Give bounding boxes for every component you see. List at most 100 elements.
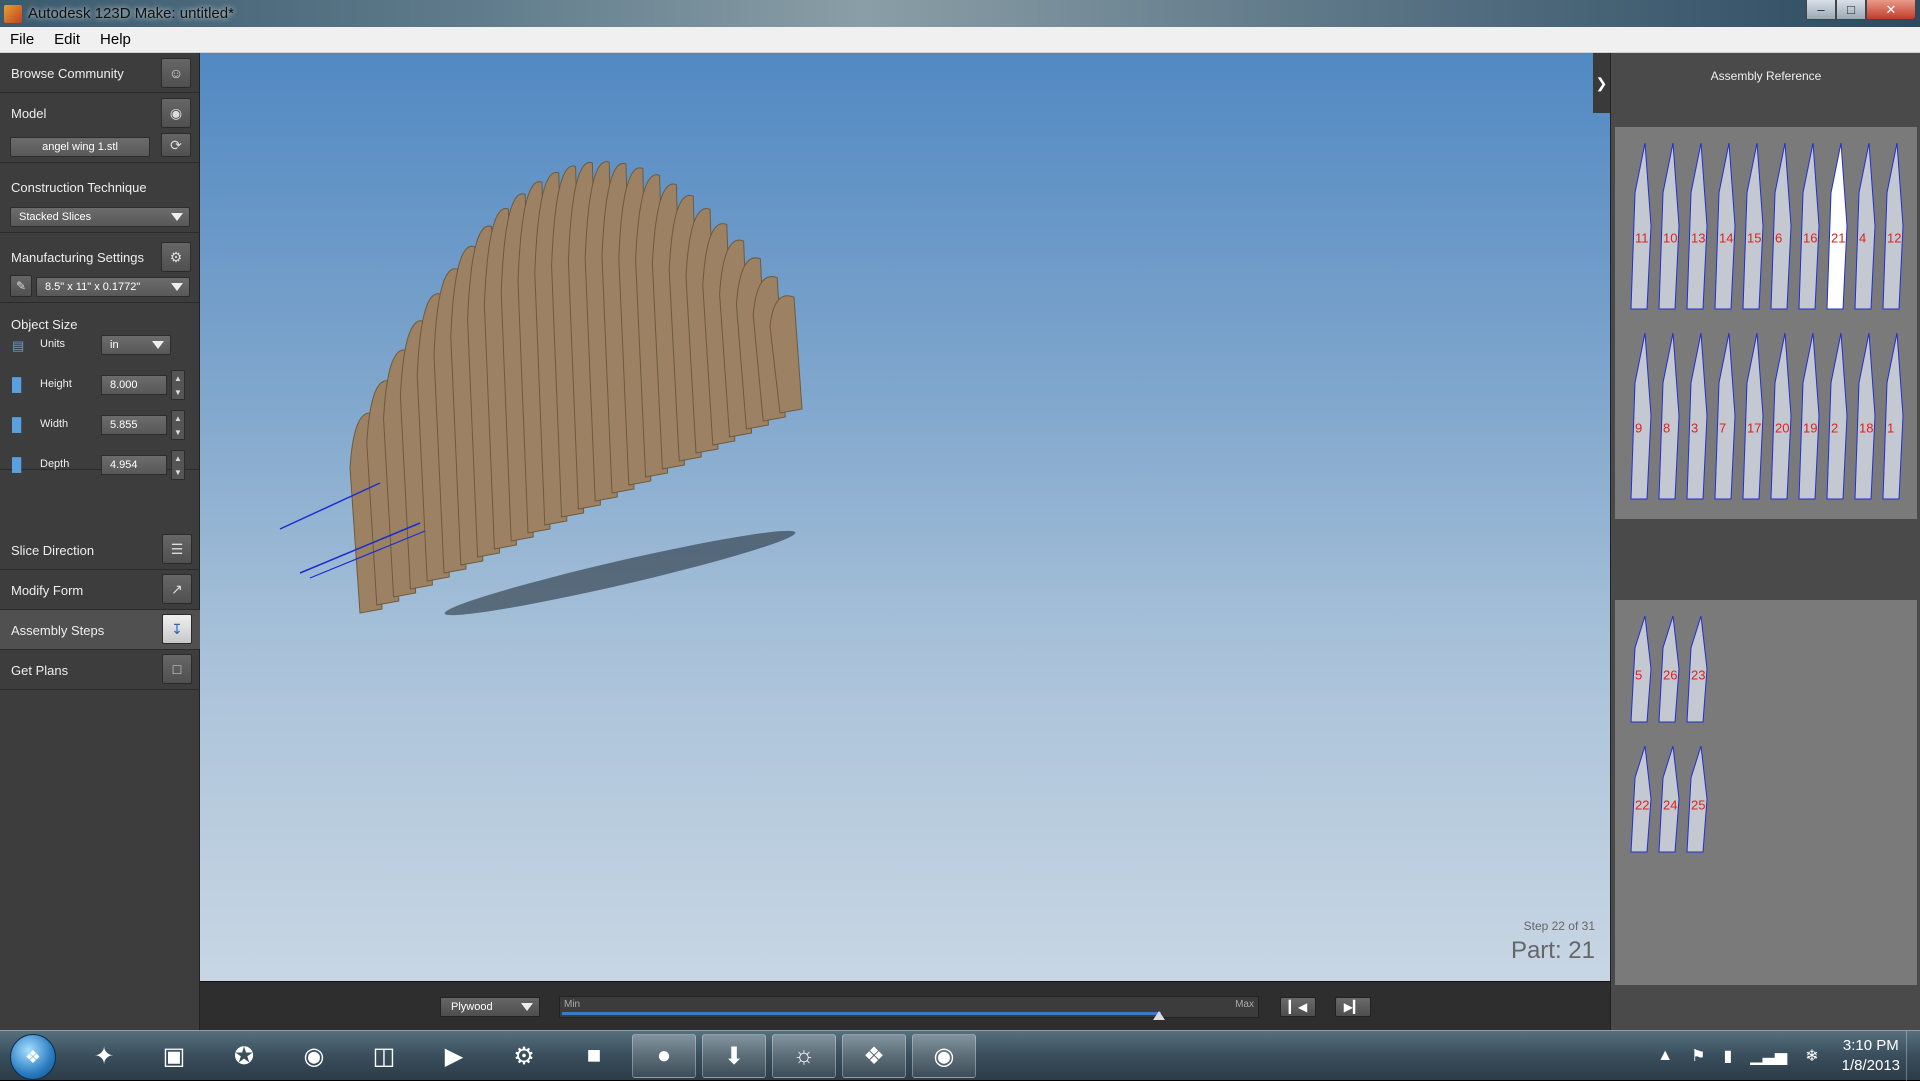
slice-direction-button[interactable]: Slice Direction ☰ xyxy=(0,530,200,570)
reference-part: 1 xyxy=(1882,332,1904,500)
sketchup-icon[interactable]: ■ xyxy=(562,1034,626,1078)
get-plans-button[interactable]: Get Plans □ xyxy=(0,650,200,690)
assembly-steps-label: Assembly Steps xyxy=(11,623,105,638)
minimize-button[interactable]: – xyxy=(1806,0,1836,20)
windows-taskbar: ❖ ✦ ▣ ✪ ◉ ◫ ▶ ⚙ ■ ● ⬇ ☼ ❖ ◉ ▲ ⚑ ▮ ▁▃▅ ❄ … xyxy=(0,1030,1920,1081)
part-number-label: 25 xyxy=(1691,798,1705,813)
gimp-icon[interactable]: ◉ xyxy=(912,1034,976,1078)
get-plans-label: Get Plans xyxy=(11,663,69,678)
browse-community-section[interactable]: Browse Community ☺ xyxy=(0,53,199,93)
start-button[interactable]: ❖ xyxy=(10,1034,56,1080)
menu-help[interactable]: Help xyxy=(90,31,141,48)
show-hidden-icons-icon[interactable]: ▲ xyxy=(1657,1047,1673,1065)
construction-dropdown[interactable]: Stacked Slices xyxy=(10,207,190,227)
reference-part: 8 xyxy=(1658,332,1680,500)
slices-icon[interactable]: ☰ xyxy=(162,534,192,564)
reference-part: 4 xyxy=(1854,142,1876,310)
part-number-label: 7 xyxy=(1719,421,1726,436)
height-input[interactable]: 8.000 xyxy=(101,375,167,395)
download-icon[interactable]: ⬇ xyxy=(702,1034,766,1078)
modify-form-button[interactable]: Modify Form ↗ xyxy=(0,570,200,610)
reference-part: 13 xyxy=(1686,142,1708,310)
part-number-label: 6 xyxy=(1775,231,1782,246)
step-forward-button[interactable]: ▶▎ xyxy=(1335,997,1371,1017)
material-size-dropdown[interactable]: 8.5" x 11" x 0.1772" xyxy=(36,277,190,297)
part-number-label: 26 xyxy=(1663,668,1677,683)
assembly-reference-panel: Assembly Reference 11 10 13 14 15 6 16 21 4 12 9 8 3… xyxy=(1610,53,1920,1030)
part-outline xyxy=(1714,332,1736,500)
slider-handle[interactable] xyxy=(1152,1011,1165,1020)
reference-part: 24 xyxy=(1658,745,1680,853)
power-icon[interactable]: ▮ xyxy=(1723,1046,1732,1066)
unity-icon[interactable]: ✪ xyxy=(212,1034,276,1078)
step-slider[interactable]: Min Max xyxy=(559,996,1259,1020)
maximize-button[interactable]: □ xyxy=(1836,0,1866,20)
width-stepper[interactable]: ▲ ▼ xyxy=(171,410,185,440)
menu-edit[interactable]: Edit xyxy=(44,31,90,48)
modify-form-label: Modify Form xyxy=(11,583,84,598)
part-number-label: 14 xyxy=(1719,231,1733,246)
depth-stepper[interactable]: ▲ ▼ xyxy=(171,450,185,480)
manufacturing-title: Manufacturing Settings xyxy=(11,250,144,265)
webcam-icon[interactable]: ◉ xyxy=(282,1034,346,1078)
model-view xyxy=(279,161,803,616)
network-signal-icon[interactable]: ▁▃▅ xyxy=(1750,1046,1787,1066)
reference-part: 11 xyxy=(1630,142,1652,310)
reference-part: 5 xyxy=(1630,615,1652,723)
part-outline xyxy=(1742,142,1764,310)
clock[interactable]: 3:10 PM 1/8/2013 xyxy=(1842,1036,1900,1076)
eye-icon[interactable]: ◉ xyxy=(161,98,191,128)
modify-form-icon[interactable]: ↗ xyxy=(162,574,192,604)
chat-icon[interactable]: ☼ xyxy=(772,1034,836,1078)
menu-file[interactable]: File xyxy=(0,31,44,48)
menu-bar: File Edit Help xyxy=(0,27,1920,53)
pencil-icon[interactable]: ✎ xyxy=(10,275,32,297)
gear-icon[interactable]: ⚙ xyxy=(161,242,191,272)
reference-part: 22 xyxy=(1630,745,1652,853)
reference-sheet-2[interactable]: 5 26 23 22 24 25 xyxy=(1615,600,1917,985)
rog-icon[interactable]: ✦ xyxy=(72,1034,136,1078)
part-outline xyxy=(1686,142,1708,310)
depth-icon: █ xyxy=(12,457,22,472)
part-number-label: 15 xyxy=(1747,231,1761,246)
depth-label: Depth xyxy=(40,458,70,470)
firefox-icon[interactable]: ● xyxy=(632,1034,696,1078)
assembly-reference-title: Assembly Reference xyxy=(1710,69,1822,83)
steam-icon[interactable]: ⚙ xyxy=(492,1034,556,1078)
assembly-icon[interactable]: ↧ xyxy=(162,614,192,644)
123d-make-icon[interactable]: ❖ xyxy=(842,1034,906,1078)
3d-viewport[interactable]: Step 22 of 31 Part: 21 ❯ xyxy=(200,53,1610,981)
part-number-label: 8 xyxy=(1663,421,1670,436)
browse-community-label: Browse Community xyxy=(11,66,124,81)
depth-input[interactable]: 4.954 xyxy=(101,455,167,475)
assembly-steps-button[interactable]: Assembly Steps ↧ xyxy=(0,610,200,650)
reference-part: 2 xyxy=(1826,332,1848,500)
flag-icon[interactable]: ⚑ xyxy=(1691,1046,1705,1066)
part-number-label: 13 xyxy=(1691,231,1705,246)
height-stepper[interactable]: ▲ ▼ xyxy=(171,370,185,400)
folder-icon[interactable]: ◫ xyxy=(352,1034,416,1078)
dropbox-icon[interactable]: ❄ xyxy=(1805,1046,1818,1066)
media-player-icon[interactable]: ▶ xyxy=(422,1034,486,1078)
window-title: Autodesk 123D Make: untitled* xyxy=(28,5,234,22)
step-back-button[interactable]: ▎◀ xyxy=(1280,997,1316,1017)
document-icon[interactable]: □ xyxy=(162,654,192,684)
step-forward-icon: ▶▎ xyxy=(1343,1000,1363,1014)
units-dropdown[interactable]: in xyxy=(101,335,171,355)
step-back-icon: ▎◀ xyxy=(1288,1000,1308,1014)
close-button[interactable]: ✕ xyxy=(1866,0,1916,20)
part-outline xyxy=(1630,142,1652,310)
material-dropdown[interactable]: Plywood xyxy=(440,997,540,1017)
app-icon[interactable]: ▣ xyxy=(142,1034,206,1078)
reference-sheet-1[interactable]: 11 10 13 14 15 6 16 21 4 12 9 8 3 7 17 20 19 2 18 1 xyxy=(1615,127,1917,519)
part-number-label: 19 xyxy=(1803,421,1817,436)
model-file-field[interactable]: angel wing 1.stl xyxy=(10,137,150,157)
width-input[interactable]: 5.855 xyxy=(101,415,167,435)
material-value: Plywood xyxy=(451,1001,493,1013)
refresh-icon[interactable]: ⟳ xyxy=(161,133,191,157)
show-desktop-button[interactable] xyxy=(1906,1031,1920,1081)
reference-part: 16 xyxy=(1798,142,1820,310)
collapse-panel-button[interactable]: ❯ xyxy=(1593,53,1610,113)
part-outline xyxy=(1658,332,1680,500)
community-icon[interactable]: ☺ xyxy=(161,58,191,88)
